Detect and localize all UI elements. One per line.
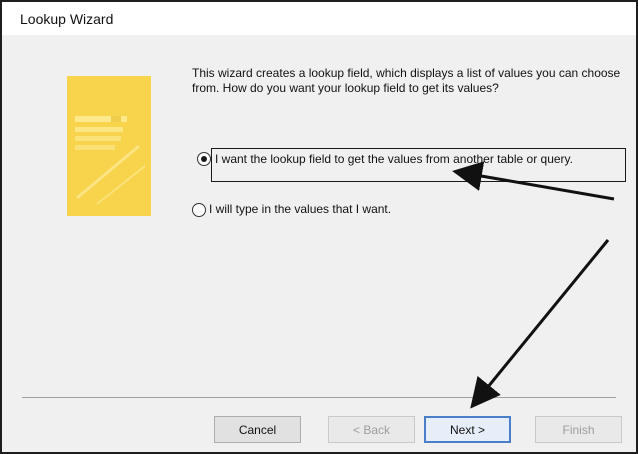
lookup-wizard-dialog: Lookup Wizard This wizard creates a look… (0, 0, 638, 454)
wizard-intro-text: This wizard creates a lookup field, whic… (192, 66, 621, 95)
radio-from-table[interactable] (197, 152, 211, 166)
cancel-button[interactable]: Cancel (214, 416, 301, 443)
window-title: Lookup Wizard (20, 11, 114, 27)
next-button[interactable]: Next > (424, 416, 511, 443)
option-from-table-label: I want the lookup field to get the value… (215, 152, 573, 166)
radio-type-values[interactable] (192, 203, 206, 217)
lookup-field-illustration-icon (67, 76, 151, 216)
option-type-values[interactable]: I will type in the values that I want. (192, 202, 391, 217)
option-type-values-label: I will type in the values that I want. (209, 202, 392, 216)
button-separator (22, 397, 616, 398)
option-from-table[interactable]: I want the lookup field to get the value… (197, 148, 626, 182)
option-from-table-focus-box: I want the lookup field to get the value… (211, 148, 626, 182)
finish-button[interactable]: Finish (535, 416, 622, 443)
back-button[interactable]: < Back (328, 416, 415, 443)
title-bar: Lookup Wizard (2, 2, 636, 35)
